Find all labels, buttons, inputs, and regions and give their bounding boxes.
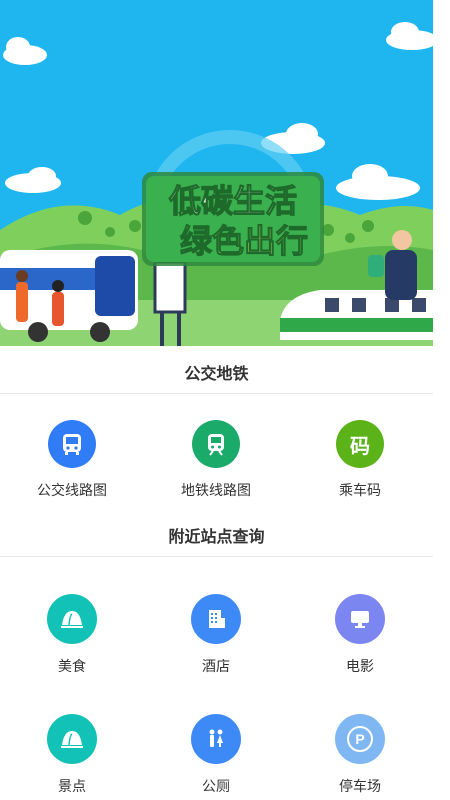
subway-icon	[192, 420, 240, 468]
grid-item-label: 电影	[346, 658, 374, 674]
grid-item-bus-route-map[interactable]: 公交线路图	[0, 420, 144, 498]
grid-item-label: 地铁线路图	[181, 482, 251, 498]
grid-item-movie[interactable]: 电影	[288, 594, 432, 674]
transit-home-page: 低碳生活 绿色出行 公交地铁 公交线路图 地铁线路图 码 乘车码 附近站点查询 …	[0, 0, 433, 800]
divider	[0, 393, 433, 394]
section-title-transit: 公交地铁	[184, 366, 249, 383]
parking-glyph: P	[355, 731, 365, 747]
divider	[0, 556, 433, 557]
grid-item-label: 美食	[58, 658, 86, 674]
grid-item-parking[interactable]: P 停车场	[288, 714, 432, 794]
hotel-icon	[191, 594, 241, 644]
restroom-icon	[191, 714, 241, 764]
scenic-spot-icon	[47, 714, 97, 764]
grid-item-scenic-spot[interactable]: 景点	[0, 714, 144, 794]
section-title-nearby: 附近站点查询	[168, 529, 265, 546]
grid-item-label: 景点	[58, 778, 86, 794]
banner-headline-line2: 绿色出行	[180, 222, 308, 260]
grid-item-label: 公交线路图	[37, 482, 107, 498]
grid-item-label: 酒店	[202, 658, 230, 674]
ride-code-glyph: 码	[350, 435, 370, 458]
grid-item-restroom[interactable]: 公厕	[144, 714, 288, 794]
grid-item-subway-route-map[interactable]: 地铁线路图	[144, 420, 288, 498]
grid-item-label: 停车场	[339, 778, 381, 794]
banner-headline-line1: 低碳生活	[169, 182, 297, 220]
scrollbar[interactable]	[433, 0, 450, 800]
bus-icon	[48, 420, 96, 468]
parking-icon: P	[335, 714, 385, 764]
banner-illustration: 低碳生活 绿色出行	[0, 0, 433, 346]
grid-item-food[interactable]: 美食	[0, 594, 144, 674]
grid-item-label: 乘车码	[339, 482, 381, 498]
ride-code-icon: 码	[336, 420, 384, 468]
movie-icon	[335, 594, 385, 644]
grid-item-hotel[interactable]: 酒店	[144, 594, 288, 674]
low-carbon-banner[interactable]: 低碳生活 绿色出行	[0, 0, 433, 346]
grid-item-label: 公厕	[202, 778, 230, 794]
food-icon	[47, 594, 97, 644]
grid-item-ride-code[interactable]: 码 乘车码	[288, 420, 432, 498]
